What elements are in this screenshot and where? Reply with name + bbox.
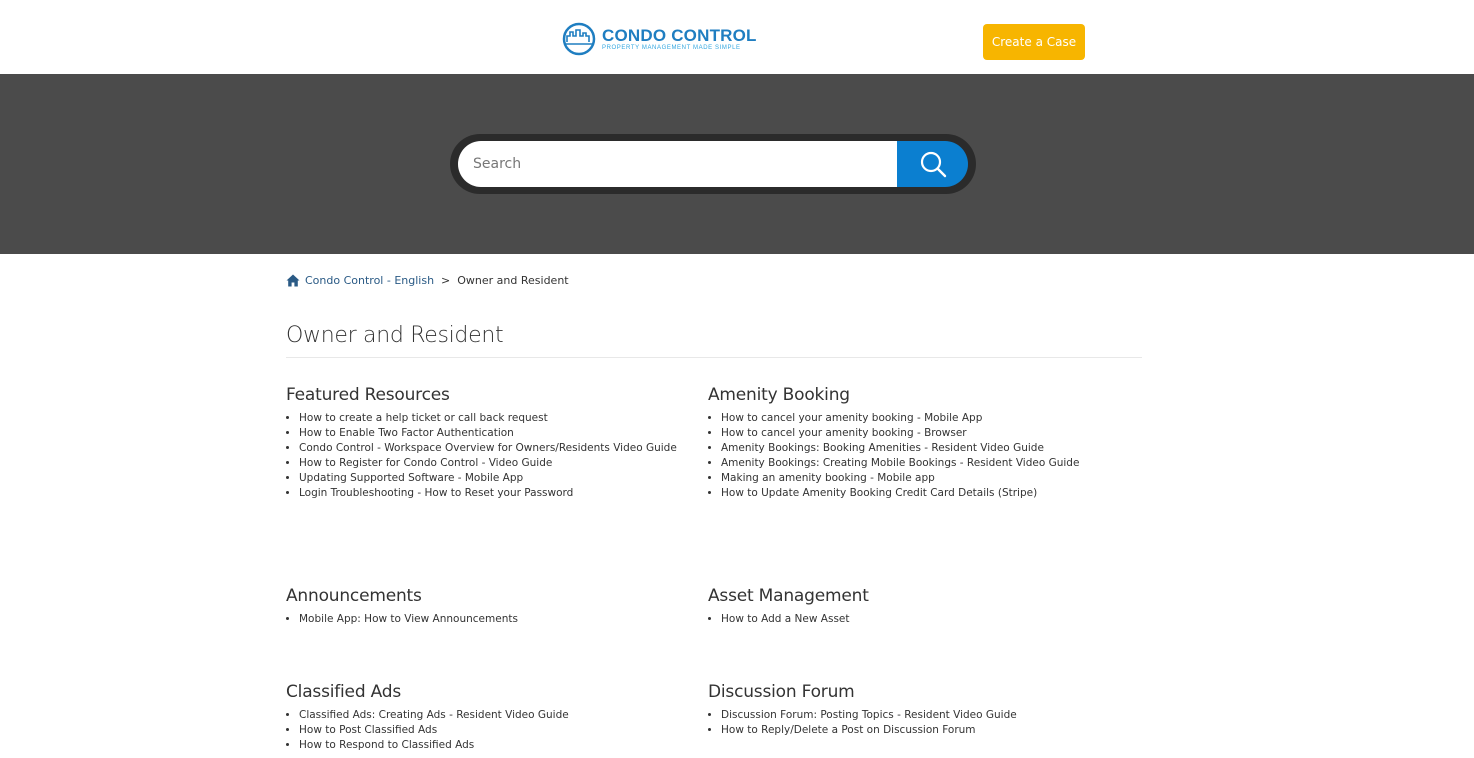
section-title[interactable]: Amenity Booking (708, 385, 1128, 405)
list-item: Discussion Forum: Posting Topics - Resid… (721, 708, 1128, 723)
section-title[interactable]: Asset Management (708, 586, 1128, 606)
list-item: How to Enable Two Factor Authentication (299, 426, 706, 441)
section-title[interactable]: Classified Ads (286, 682, 706, 702)
article-link[interactable]: Mobile App: How to View Announcements (299, 613, 518, 625)
list-item: How to Post Classified Ads (299, 723, 706, 738)
breadcrumb: Condo Control - English > Owner and Resi… (286, 274, 569, 287)
section-discussion-forum: Discussion Forum Discussion Forum: Posti… (708, 682, 1128, 738)
list-item: How to Respond to Classified Ads (299, 738, 706, 753)
article-link[interactable]: How to Respond to Classified Ads (299, 739, 474, 751)
search-icon (920, 151, 946, 178)
list-item: Mobile App: How to View Announcements (299, 612, 706, 627)
section-asset-management: Asset Management How to Add a New Asset (708, 586, 1128, 627)
article-link[interactable]: How to create a help ticket or call back… (299, 412, 548, 424)
article-link[interactable]: Classified Ads: Creating Ads - Resident … (299, 709, 569, 721)
search-bar (450, 134, 976, 194)
article-link[interactable]: How to Enable Two Factor Authentication (299, 427, 514, 439)
article-link[interactable]: How to Reply/Delete a Post on Discussion… (721, 724, 976, 736)
home-icon[interactable] (286, 274, 300, 287)
section-featured-resources: Featured Resources How to create a help … (286, 385, 706, 501)
list-item: How to Register for Condo Control - Vide… (299, 456, 706, 471)
section-title[interactable]: Announcements (286, 586, 706, 606)
article-link[interactable]: How to cancel your amenity booking - Bro… (721, 427, 967, 439)
article-list: How to create a help ticket or call back… (286, 411, 706, 501)
breadcrumb-separator: > (441, 274, 451, 287)
list-item: Amenity Bookings: Creating Mobile Bookin… (721, 456, 1128, 471)
list-item: Making an amenity booking - Mobile app (721, 471, 1128, 486)
article-link[interactable]: How to Add a New Asset (721, 613, 850, 625)
logo-icon (562, 22, 596, 56)
section-classified-ads: Classified Ads Classified Ads: Creating … (286, 682, 706, 753)
list-item: Classified Ads: Creating Ads - Resident … (299, 708, 706, 723)
article-link[interactable]: Updating Supported Software - Mobile App (299, 472, 523, 484)
site-header: CONDO CONTROL PROPERTY MANAGEMENT MADE S… (0, 0, 1474, 74)
list-item: How to cancel your amenity booking - Mob… (721, 411, 1128, 426)
article-link[interactable]: How to Update Amenity Booking Credit Car… (721, 487, 1037, 499)
article-list: Classified Ads: Creating Ads - Resident … (286, 708, 706, 753)
section-announcements: Announcements Mobile App: How to View An… (286, 586, 706, 627)
logo-title: CONDO CONTROL (602, 26, 757, 45)
article-link[interactable]: How to Register for Condo Control - Vide… (299, 457, 552, 469)
search-button[interactable] (897, 141, 968, 187)
search-hero (0, 74, 1474, 254)
list-item: Amenity Bookings: Booking Amenities - Re… (721, 441, 1128, 456)
article-list: How to cancel your amenity booking - Mob… (708, 411, 1128, 501)
create-case-button[interactable]: Create a Case (983, 24, 1085, 60)
breadcrumb-home-link[interactable]: Condo Control - English (305, 274, 434, 287)
article-link[interactable]: Amenity Bookings: Booking Amenities - Re… (721, 442, 1044, 454)
list-item: How to Reply/Delete a Post on Discussion… (721, 723, 1128, 738)
breadcrumb-current: Owner and Resident (457, 274, 569, 287)
article-link[interactable]: How to cancel your amenity booking - Mob… (721, 412, 982, 424)
article-link[interactable]: How to Post Classified Ads (299, 724, 437, 736)
list-item: How to cancel your amenity booking - Bro… (721, 426, 1128, 441)
title-divider (286, 357, 1142, 358)
article-link[interactable]: Login Troubleshooting - How to Reset you… (299, 487, 573, 499)
article-link[interactable]: Condo Control - Workspace Overview for O… (299, 442, 677, 454)
list-item: Condo Control - Workspace Overview for O… (299, 441, 706, 456)
search-input[interactable] (458, 141, 897, 187)
list-item: How to Update Amenity Booking Credit Car… (721, 486, 1128, 501)
section-title[interactable]: Featured Resources (286, 385, 706, 405)
site-logo[interactable]: CONDO CONTROL PROPERTY MANAGEMENT MADE S… (561, 22, 757, 56)
list-item: Updating Supported Software - Mobile App (299, 471, 706, 486)
page-title: Owner and Resident (286, 323, 504, 348)
list-item: Login Troubleshooting - How to Reset you… (299, 486, 706, 501)
article-link[interactable]: Discussion Forum: Posting Topics - Resid… (721, 709, 1017, 721)
article-link[interactable]: Making an amenity booking - Mobile app (721, 472, 935, 484)
logo-tagline: PROPERTY MANAGEMENT MADE SIMPLE (602, 45, 741, 51)
section-amenity-booking: Amenity Booking How to cancel your ameni… (708, 385, 1128, 501)
list-item: How to create a help ticket or call back… (299, 411, 706, 426)
article-list: Mobile App: How to View Announcements (286, 612, 706, 627)
article-list: Discussion Forum: Posting Topics - Resid… (708, 708, 1128, 738)
article-link[interactable]: Amenity Bookings: Creating Mobile Bookin… (721, 457, 1079, 469)
section-title[interactable]: Discussion Forum (708, 682, 1128, 702)
list-item: How to Add a New Asset (721, 612, 1128, 627)
article-list: How to Add a New Asset (708, 612, 1128, 627)
